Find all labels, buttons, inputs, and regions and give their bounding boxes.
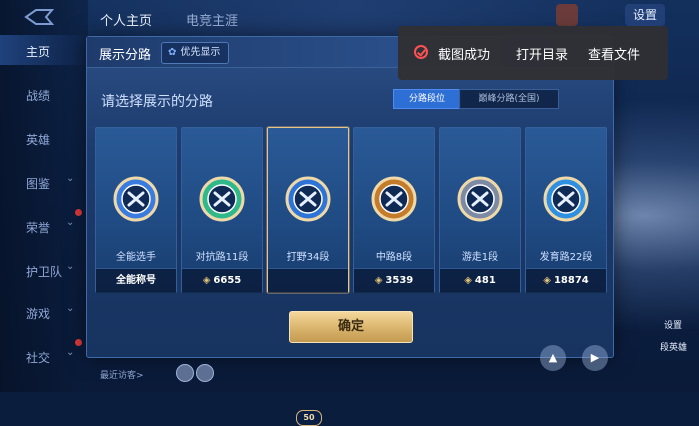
route-display-dialog: 展示分路 ✿ 优先显示 请选择展示的分路 分路段位 巅峰分路(全国) 全能选手全能… (86, 36, 614, 426)
chevron-down-icon: ⌄ (66, 261, 75, 272)
segment-route-rank[interactable]: 分路段位 (393, 89, 461, 109)
tab-esports-career[interactable]: 电竞主涯 (186, 10, 238, 29)
toast-status: 截图成功 (438, 48, 491, 63)
route-card[interactable]: 全能选手 全能称号 (95, 127, 177, 293)
nav-item-label: 英雄 (26, 133, 51, 147)
route-emblem-icon (199, 176, 245, 222)
rank-diamond-icon: ◈ (374, 275, 383, 286)
title-label: 全能称号 (116, 275, 156, 286)
rank-score: 18874 (553, 275, 589, 286)
nav-item-label: 战绩 (26, 89, 51, 103)
notification-dot (75, 209, 82, 216)
rank-score: 3539 (385, 275, 414, 286)
chevron-down-icon: ⌄ (66, 347, 75, 358)
route-emblem-icon (543, 176, 589, 222)
chevron-down-icon: ⌄ (66, 173, 75, 184)
nav-item-label: 社交 (26, 351, 51, 365)
route-card-footer: ◈ 3539 (354, 268, 434, 293)
route-card-footer: ◈ 6655 (182, 268, 262, 293)
notification-dot (75, 339, 82, 346)
route-card-name: 游走1段 (461, 252, 499, 263)
route-card[interactable]: 对抗路11段 ◈ 6655 (181, 127, 263, 293)
nav-item-label: 护卫队 (26, 265, 63, 279)
dialog-subtitle: 请选择展示的分路 (101, 94, 213, 110)
priority-label: 优先显示 (180, 47, 221, 58)
tab-personal-home[interactable]: 个人主页 (100, 10, 152, 29)
route-card-footer: 50 (268, 268, 348, 426)
left-nav-rail: 主页 战绩 英雄 图鉴 ⌄ 荣誉 ⌄ 护卫队 ⌄ 游戏 ⌄ 社交 ⌄ (0, 0, 88, 392)
rank-score: 481 (474, 275, 496, 286)
segment-peak-route[interactable]: 巅峰分路(全国) (459, 89, 559, 109)
nav-item-label: 荣誉 (26, 221, 51, 235)
route-card-name: 打野34段 (286, 252, 330, 263)
rank-diamond-icon: ◈ (202, 275, 211, 286)
route-emblem-icon (285, 176, 331, 222)
screenshot-toast: 截图成功 打开目录 查看文件 (398, 26, 668, 80)
route-card-name: 对抗路11段 (195, 252, 249, 263)
rank-diamond-icon: ◈ (464, 275, 472, 286)
route-card-footer: 全能称号 (96, 268, 176, 293)
route-card-footer: ◈ 481 (440, 268, 520, 293)
nav-item-5[interactable]: 护卫队 ⌄ (0, 255, 88, 285)
bottom-right-label-1: 设置 (664, 321, 683, 331)
dialog-title: 展示分路 (99, 48, 152, 63)
check-circle-icon (414, 45, 428, 59)
route-card-footer: ◈ 18874 (526, 268, 606, 293)
open-directory-link[interactable]: 打开目录 (516, 44, 568, 63)
small-avatar[interactable] (556, 4, 578, 26)
chevron-down-icon: ⌄ (66, 217, 75, 228)
route-card-name: 中路8段 (375, 252, 413, 263)
up-arrow-icon[interactable]: ▲ (540, 345, 566, 371)
visitor-avatar[interactable] (196, 364, 214, 382)
nav-item-label: 图鉴 (26, 177, 51, 191)
gear-icon: ✿ (168, 47, 177, 58)
nav-item-label: 游戏 (26, 307, 51, 321)
route-emblem-icon (457, 176, 503, 222)
view-file-link[interactable]: 查看文件 (588, 44, 640, 63)
route-card[interactable]: 游走1段 ◈ 481 (439, 127, 521, 293)
nav-item-1[interactable]: 战绩 (0, 79, 88, 109)
route-card[interactable]: 发育路22段 ◈ 18874 (525, 127, 607, 293)
confirm-button[interactable]: 确定 (289, 311, 413, 343)
route-emblem-icon (371, 176, 417, 222)
rank-diamond-icon: ◈ (543, 275, 551, 286)
route-card-name: 全能选手 (116, 252, 156, 263)
nav-item-0[interactable]: 主页 (0, 35, 88, 65)
priority-display-button[interactable]: ✿ 优先显示 (161, 42, 230, 64)
level-badge: 50 (296, 410, 322, 426)
nav-item-7[interactable]: 社交 ⌄ (0, 339, 88, 371)
recent-visitors-link[interactable]: 最近访客> (100, 368, 144, 381)
settings-button[interactable]: 设置 (625, 4, 665, 26)
nav-item-6[interactable]: 游戏 ⌄ (0, 297, 88, 327)
route-card-name: 发育路22段 (539, 252, 593, 263)
nav-item-3[interactable]: 图鉴 ⌄ (0, 167, 88, 197)
nav-item-2[interactable]: 英雄 (0, 123, 88, 153)
bottom-right-label-2: 段英雄 (660, 343, 688, 353)
route-card[interactable]: 中路8段 ◈ 3539 (353, 127, 435, 293)
nav-item-4[interactable]: 荣誉 ⌄ (0, 209, 88, 241)
rank-score: 6655 (213, 275, 242, 286)
back-logo-icon[interactable] (22, 8, 58, 26)
chevron-down-icon: ⌄ (66, 303, 75, 314)
play-icon[interactable]: ▶ (582, 345, 608, 371)
nav-item-label: 主页 (26, 45, 51, 59)
visitor-avatar[interactable] (176, 364, 194, 382)
route-emblem-icon (113, 176, 159, 222)
route-card[interactable]: 打野34段 50 (267, 127, 349, 426)
